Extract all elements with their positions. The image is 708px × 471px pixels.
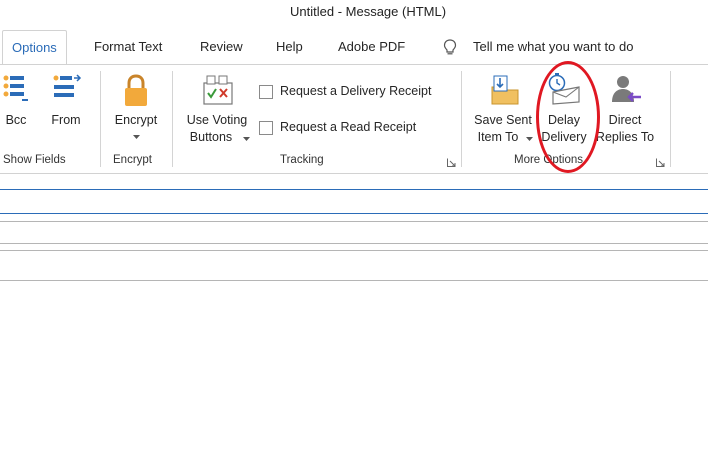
voting-label-line1: Use Voting bbox=[186, 113, 248, 127]
ribbon-tabs: Options Format Text Review Help Adobe PD… bbox=[0, 30, 708, 64]
voting-buttons-icon bbox=[203, 75, 233, 105]
bcc-button[interactable]: Bcc bbox=[0, 71, 32, 141]
lock-icon bbox=[125, 74, 147, 106]
chevron-down-icon bbox=[243, 137, 250, 141]
dialog-launcher-icon[interactable] bbox=[656, 158, 665, 167]
voting-label-line2: Buttons bbox=[189, 130, 233, 144]
checkbox-box[interactable] bbox=[259, 85, 273, 99]
field-line bbox=[0, 250, 708, 251]
bcc-label: Bcc bbox=[5, 113, 27, 127]
save-sent-label-line1: Save Sent bbox=[474, 113, 532, 127]
direct-replies-button[interactable]: Direct Replies To bbox=[592, 71, 658, 151]
dialog-launcher-icon[interactable] bbox=[447, 158, 456, 167]
tab-review[interactable]: Review bbox=[200, 30, 243, 64]
encrypt-group-label: Encrypt bbox=[113, 154, 152, 166]
from-label: From bbox=[51, 113, 81, 127]
encrypt-label: Encrypt bbox=[114, 113, 158, 127]
bcc-icon bbox=[3, 75, 28, 101]
save-sent-item-icon bbox=[491, 75, 519, 105]
direct-label-line1: Direct bbox=[608, 113, 642, 127]
tab-adobe-pdf[interactable]: Adobe PDF bbox=[338, 30, 405, 64]
group-separator bbox=[670, 71, 671, 167]
save-sent-label-line2: Item To bbox=[477, 130, 519, 144]
field-line-cc[interactable] bbox=[0, 213, 708, 214]
window-title: Untitled - Message (HTML) bbox=[290, 4, 447, 19]
tell-me-label: Tell me what you want to do bbox=[473, 39, 634, 54]
tab-format-text[interactable]: Format Text bbox=[94, 30, 162, 64]
group-tracking: Use Voting Buttons Request a Delivery Re… bbox=[173, 65, 461, 173]
encrypt-button[interactable]: Encrypt bbox=[107, 71, 165, 147]
chevron-down-icon bbox=[133, 135, 140, 139]
group-show-fields: Bcc From Show Fields bbox=[0, 65, 100, 173]
from-icon bbox=[53, 74, 82, 97]
field-line-subject[interactable] bbox=[0, 280, 708, 281]
title-bar: Untitled - Message (HTML) bbox=[0, 0, 708, 26]
tab-options[interactable]: Options bbox=[2, 30, 67, 64]
delivery-receipt-label: Request a Delivery Receipt bbox=[280, 84, 432, 98]
tab-help[interactable]: Help bbox=[276, 30, 303, 64]
group-encrypt: Encrypt Encrypt bbox=[101, 65, 171, 173]
direct-label-line2: Replies To bbox=[595, 130, 655, 144]
direct-replies-icon bbox=[612, 76, 641, 102]
voting-buttons-button[interactable]: Use Voting Buttons bbox=[181, 71, 253, 151]
field-line-to[interactable] bbox=[0, 189, 708, 190]
field-line bbox=[0, 221, 708, 222]
save-sent-item-button[interactable]: Save Sent Item To bbox=[470, 71, 536, 151]
field-line-bcc[interactable] bbox=[0, 243, 708, 244]
annotation-circle bbox=[536, 61, 600, 173]
tracking-group-label: Tracking bbox=[280, 154, 324, 166]
ribbon: Bcc From Show Fields Encrypt Encrypt Use… bbox=[0, 64, 708, 174]
checkbox-box[interactable] bbox=[259, 121, 273, 135]
from-button[interactable]: From bbox=[46, 71, 86, 141]
read-receipt-label: Request a Read Receipt bbox=[280, 120, 417, 134]
chevron-down-icon bbox=[526, 137, 533, 141]
show-fields-group-label: Show Fields bbox=[3, 154, 66, 166]
lightbulb-icon bbox=[443, 39, 457, 55]
